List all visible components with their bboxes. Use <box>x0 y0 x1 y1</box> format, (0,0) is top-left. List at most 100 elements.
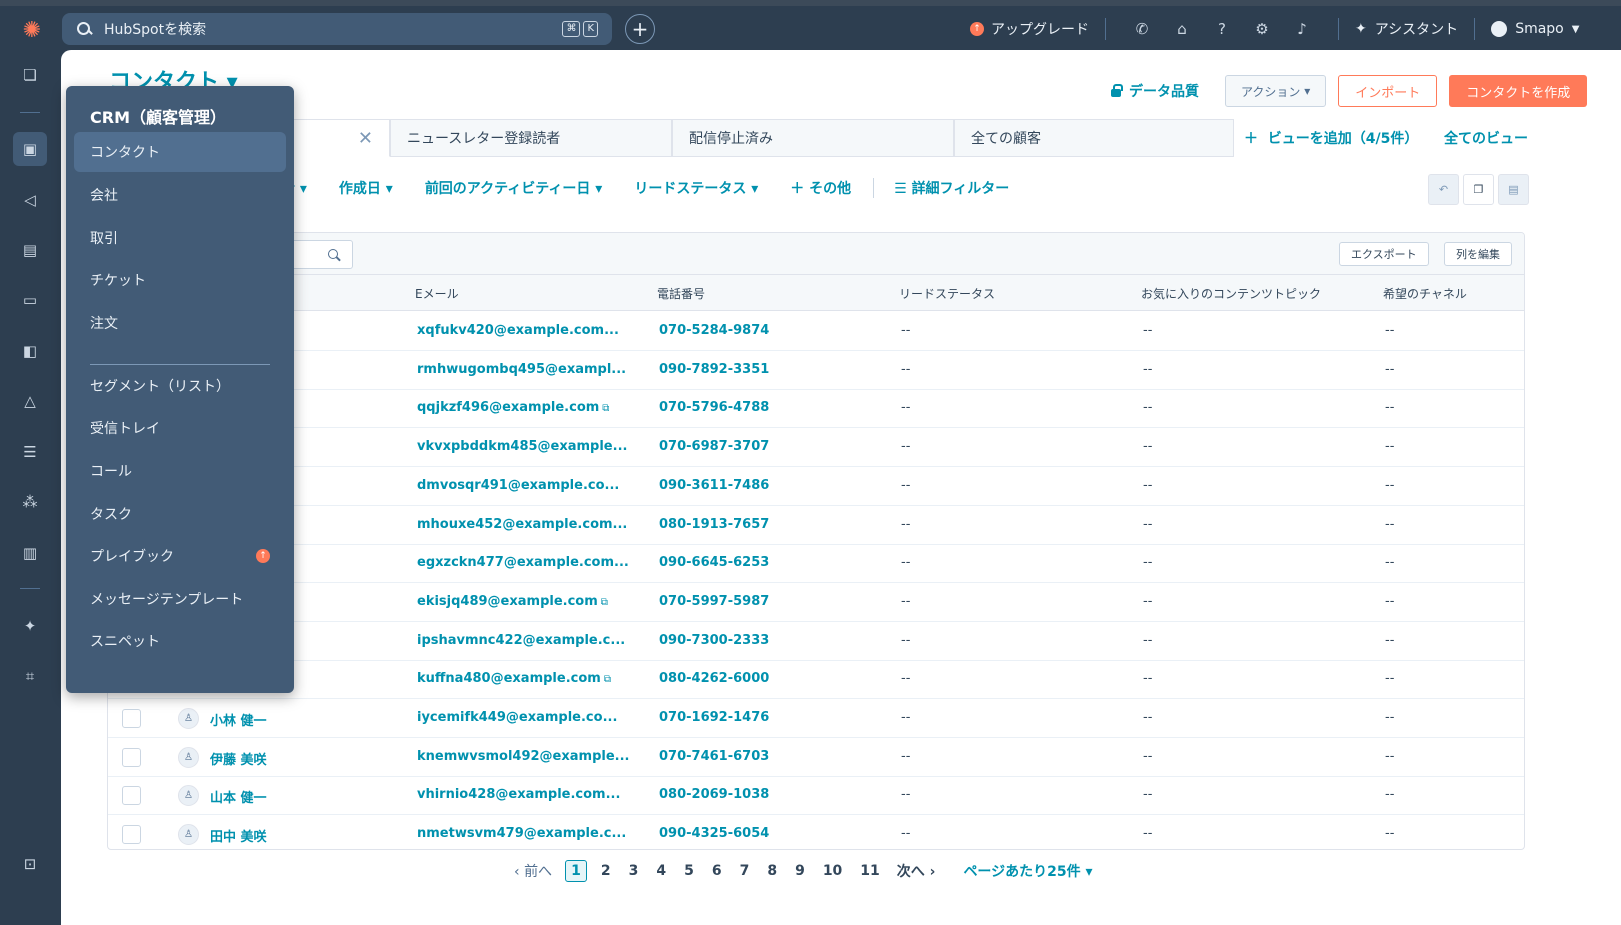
crm-menu-item[interactable]: チケット <box>74 260 286 300</box>
prev-page-button[interactable]: ‹ 前へ <box>514 861 552 881</box>
crm-menu-item[interactable]: プレイブック ↑ <box>74 536 286 576</box>
hubspot-logo-icon[interactable]: ✺ <box>18 16 46 44</box>
page-number[interactable]: 3 <box>629 863 639 879</box>
contact-email[interactable]: ekisjq489@example.com ⧉ <box>417 594 608 609</box>
crm-menu-item[interactable]: 注文 <box>74 303 286 343</box>
crm-menu-item[interactable]: メッセージテンプレート <box>74 579 286 619</box>
quick-create-button[interactable]: + <box>625 14 655 44</box>
tab-unsubscribed[interactable]: 配信停止済み <box>672 119 954 157</box>
service-icon[interactable]: △ <box>13 384 47 418</box>
upgrade-link[interactable]: アップグレード <box>991 19 1089 39</box>
create-contact-button[interactable]: コンタクトを作成 <box>1449 75 1588 107</box>
crm-menu-item[interactable]: セグメント（リスト） <box>74 366 286 406</box>
contact-email[interactable]: egxzckn477@example.com... <box>417 555 629 570</box>
contact-email[interactable]: dmvosqr491@example.co... <box>417 478 619 493</box>
contact-phone[interactable]: 070-1692-1476 <box>659 710 769 725</box>
filter-more[interactable]: ＋ その他 <box>790 178 851 198</box>
header-channel[interactable]: 希望のチャネル <box>1383 285 1467 302</box>
contact-phone[interactable]: 080-2069-1038 <box>659 787 769 802</box>
contact-email[interactable]: vkvxpbddkm485@example... <box>417 439 627 454</box>
crm-menu-item[interactable]: タスク <box>74 494 286 534</box>
page-number[interactable]: 8 <box>767 863 777 879</box>
page-number[interactable]: 4 <box>656 863 666 879</box>
header-phone[interactable]: 電話番号 <box>657 285 705 302</box>
row-checkbox[interactable] <box>122 825 141 845</box>
expand-sidebar-icon[interactable]: ⊡ <box>13 847 47 881</box>
crm-menu-item[interactable]: 受信トレイ <box>74 408 286 448</box>
row-checkbox[interactable] <box>122 786 141 806</box>
contact-phone[interactable]: 080-4262-6000 <box>659 671 769 686</box>
reporting-chart-icon[interactable]: ▥ <box>13 536 47 570</box>
page-number[interactable]: 9 <box>795 863 805 879</box>
contact-email[interactable]: nmetwsvm479@example.c... <box>417 826 626 841</box>
contact-email[interactable]: qqjkzf496@example.com ⧉ <box>417 400 609 415</box>
page-number[interactable]: 10 <box>823 863 842 879</box>
actions-dropdown-button[interactable]: アクション ▾ <box>1225 75 1327 107</box>
filter-lead-status[interactable]: リードステータス ▾ <box>634 178 758 198</box>
advanced-filters-button[interactable]: ☰ 詳細フィルター <box>894 178 1009 198</box>
contact-phone[interactable]: 070-5796-4788 <box>659 400 769 415</box>
contact-email[interactable]: iycemifk449@example.co... <box>417 710 617 725</box>
save-view-icon[interactable]: ▤ <box>1498 174 1529 205</box>
row-checkbox[interactable] <box>122 709 141 728</box>
contact-phone[interactable]: 090-7300-2333 <box>659 633 769 648</box>
filter-last-activity[interactable]: 前回のアクティビティー日 ▾ <box>425 178 603 198</box>
header-lead-status[interactable]: リードステータス <box>899 285 995 302</box>
undo-icon[interactable]: ↶ <box>1428 174 1459 205</box>
header-topic[interactable]: お気に入りのコンテンツトピック <box>1141 285 1321 302</box>
import-button[interactable]: インポート <box>1338 75 1438 107</box>
contact-phone[interactable]: 070-6987-3707 <box>659 439 769 454</box>
contact-name[interactable]: 田中 美咲 <box>210 826 267 845</box>
next-page-button[interactable]: 次へ › <box>897 861 936 881</box>
contact-email[interactable]: mhouxe452@example.com... <box>417 517 627 532</box>
sales-icon[interactable]: ◧ <box>13 334 47 368</box>
crm-contacts-icon[interactable]: ▣ <box>13 132 47 166</box>
notification-bell-icon[interactable]: ♪ <box>1287 14 1317 44</box>
contact-phone[interactable]: 090-3611-7486 <box>659 478 769 493</box>
user-name[interactable]: Smapo <box>1515 21 1564 37</box>
filter-created-date[interactable]: 作成日 ▾ <box>339 178 393 198</box>
content-icon[interactable]: ▤ <box>13 233 47 267</box>
marketing-megaphone-icon[interactable]: ◁ <box>13 183 47 217</box>
developer-code-icon[interactable]: ⌗ <box>13 659 47 693</box>
per-page-dropdown[interactable]: ページあたり25件 ▾ <box>963 861 1092 881</box>
contact-phone[interactable]: 090-6645-6253 <box>659 555 769 570</box>
all-views-link[interactable]: 全てのビュー <box>1444 128 1528 148</box>
phone-icon[interactable]: ✆ <box>1127 14 1157 44</box>
page-number[interactable]: 2 <box>601 863 611 879</box>
contact-email[interactable]: kuffna480@example.com ⧉ <box>417 671 611 686</box>
page-number[interactable]: 7 <box>740 863 750 879</box>
copy-icon[interactable]: ❐ <box>1463 174 1494 205</box>
tab-newsletter[interactable]: ニュースレター登録読者 <box>390 119 672 157</box>
contact-phone[interactable]: 090-4325-6054 <box>659 826 769 841</box>
crm-menu-item[interactable]: コール <box>74 451 286 491</box>
page-number[interactable]: 6 <box>712 863 722 879</box>
contact-email[interactable]: ipshavmnc422@example.c... <box>417 633 625 648</box>
automation-icon[interactable]: ⁂ <box>13 485 47 519</box>
crm-menu-item[interactable]: 会社 <box>74 175 286 215</box>
settings-gear-icon[interactable]: ⚙ <box>1247 14 1277 44</box>
crm-menu-item[interactable]: スニペット <box>74 621 286 661</box>
header-email[interactable]: Eメール <box>415 285 459 302</box>
contact-email[interactable]: rmhwugombq495@exampl... <box>417 362 626 377</box>
breeze-sparkle-icon[interactable]: ✦ <box>13 609 47 643</box>
edit-columns-button[interactable]: 列を編集 <box>1444 242 1512 266</box>
crm-menu-item[interactable]: 取引 <box>74 218 286 258</box>
external-link-icon[interactable]: ⧉ <box>604 674 611 685</box>
marketplace-icon[interactable]: ⌂ <box>1167 14 1197 44</box>
help-icon[interactable]: ? <box>1207 14 1237 44</box>
contact-phone[interactable]: 080-1913-7657 <box>659 517 769 532</box>
external-link-icon[interactable]: ⧉ <box>601 597 608 608</box>
contact-email[interactable]: knemwvsmol492@example... <box>417 749 629 764</box>
contact-phone[interactable]: 070-5997-5987 <box>659 594 769 609</box>
external-link-icon[interactable]: ⧉ <box>602 403 609 414</box>
chevron-down-icon[interactable]: ▼ <box>1572 24 1580 35</box>
close-icon[interactable]: ✕ <box>358 128 373 149</box>
commerce-icon[interactable]: ▭ <box>13 283 47 317</box>
contact-phone[interactable]: 070-7461-6703 <box>659 749 769 764</box>
contact-phone[interactable]: 070-5284-9874 <box>659 323 769 338</box>
crm-menu-item[interactable]: コンタクト <box>74 132 286 172</box>
add-view-button[interactable]: ＋ ビューを追加（4/5件） <box>1244 128 1418 148</box>
contact-email[interactable]: vhirnio428@example.com... <box>417 787 620 802</box>
tab-all-customers[interactable]: 全ての顧客 <box>954 119 1234 157</box>
